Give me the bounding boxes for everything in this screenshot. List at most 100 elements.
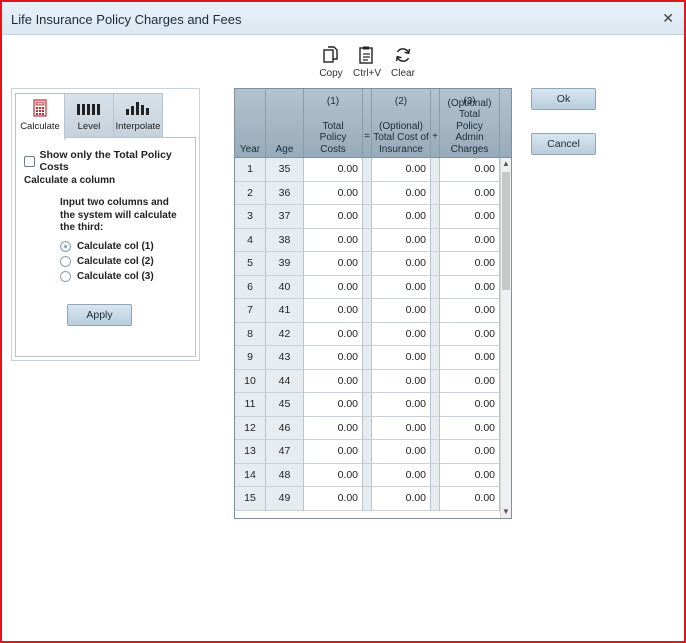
scroll-thumb[interactable] [502, 172, 510, 290]
total-policy-costs-cell[interactable]: 0.00 [304, 158, 363, 182]
table-row: 5 39 0.00 0.00 0.00 [235, 252, 501, 276]
total-policy-costs-cell[interactable]: 0.00 [304, 322, 363, 346]
radio-calc-col-3[interactable]: Calculate col (3) [60, 271, 154, 282]
table-row: 12 46 0.00 0.00 0.00 [235, 416, 501, 440]
total-policy-costs-cell[interactable]: 0.00 [304, 181, 363, 205]
total-cost-of-insurance-cell[interactable]: 0.00 [372, 463, 431, 487]
header-plus: + [431, 89, 440, 158]
total-admin-charges-cell[interactable]: 0.00 [440, 463, 500, 487]
header-age: Age [266, 89, 304, 158]
total-policy-costs-cell[interactable]: 0.00 [304, 440, 363, 464]
radio-calc-col-2[interactable]: Calculate col (2) [60, 256, 154, 267]
total-admin-charges-cell[interactable]: 0.00 [440, 252, 500, 276]
total-admin-charges-cell[interactable]: 0.00 [440, 369, 500, 393]
close-icon[interactable]: ✕ [662, 10, 674, 27]
equals-spacer-cell [363, 181, 372, 205]
header-col3: (3) (Optional) Total Policy Admin Charge… [440, 89, 500, 158]
equals-spacer-cell [363, 393, 372, 417]
total-policy-costs-cell[interactable]: 0.00 [304, 228, 363, 252]
header-col3-label: (Optional) Total Policy Admin Charges [447, 97, 492, 155]
total-policy-costs-cell[interactable]: 0.00 [304, 416, 363, 440]
radio-button[interactable] [60, 256, 71, 267]
total-policy-costs-cell[interactable]: 0.00 [304, 346, 363, 370]
total-cost-of-insurance-cell[interactable]: 0.00 [372, 322, 431, 346]
header-col1: (1) Total Policy Costs [304, 89, 363, 158]
age-cell: 46 [266, 416, 304, 440]
total-policy-costs-cell[interactable]: 0.00 [304, 463, 363, 487]
total-policy-costs-cell[interactable]: 0.00 [304, 369, 363, 393]
total-policy-costs-cell[interactable]: 0.00 [304, 487, 363, 511]
copy-label: Copy [319, 68, 343, 79]
radio-button[interactable] [60, 241, 71, 252]
checkbox-box[interactable] [24, 155, 35, 167]
paste-icon [359, 46, 373, 64]
header-age-label: Age [275, 143, 294, 155]
total-cost-of-insurance-cell[interactable]: 0.00 [372, 416, 431, 440]
radio-calc-col-1[interactable]: Calculate col (1) [60, 241, 154, 252]
total-policy-costs-cell[interactable]: 0.00 [304, 205, 363, 229]
equals-sign: = [364, 130, 370, 142]
year-cell: 3 [235, 205, 266, 229]
plus-spacer-cell [431, 228, 440, 252]
table-row: 15 49 0.00 0.00 0.00 [235, 487, 501, 511]
plus-spacer-cell [431, 463, 440, 487]
clear-button[interactable]: Clear [386, 45, 420, 83]
equals-spacer-cell [363, 440, 372, 464]
header-col1-number: (1) [326, 96, 340, 107]
year-cell: 11 [235, 393, 266, 417]
total-cost-of-insurance-cell[interactable]: 0.00 [372, 181, 431, 205]
apply-button[interactable]: Apply [67, 304, 132, 326]
total-admin-charges-cell[interactable]: 0.00 [440, 181, 500, 205]
total-cost-of-insurance-cell[interactable]: 0.00 [372, 346, 431, 370]
total-policy-costs-cell[interactable]: 0.00 [304, 393, 363, 417]
total-policy-costs-cell[interactable]: 0.00 [304, 275, 363, 299]
total-admin-charges-cell[interactable]: 0.00 [440, 275, 500, 299]
scroll-down-icon[interactable]: ▼ [501, 506, 511, 518]
total-admin-charges-cell[interactable]: 0.00 [440, 416, 500, 440]
total-policy-costs-cell[interactable]: 0.00 [304, 252, 363, 276]
total-admin-charges-cell[interactable]: 0.00 [440, 205, 500, 229]
total-admin-charges-cell[interactable]: 0.00 [440, 299, 500, 323]
ok-button[interactable]: Ok [531, 88, 596, 110]
age-cell: 42 [266, 322, 304, 346]
table-row: 7 41 0.00 0.00 0.00 [235, 299, 501, 323]
paste-button[interactable]: Ctrl+V [350, 45, 384, 83]
grid-header: Year Age (1) Total Policy Costs = (2) (O… [235, 89, 511, 158]
total-admin-charges-cell[interactable]: 0.00 [440, 346, 500, 370]
total-admin-charges-cell[interactable]: 0.00 [440, 228, 500, 252]
total-admin-charges-cell[interactable]: 0.00 [440, 487, 500, 511]
year-cell: 10 [235, 369, 266, 393]
tab-interpolate[interactable]: Interpolate [113, 93, 163, 138]
total-cost-of-insurance-cell[interactable]: 0.00 [372, 252, 431, 276]
tab-level[interactable]: Level [64, 93, 114, 138]
total-policy-costs-cell[interactable]: 0.00 [304, 299, 363, 323]
total-cost-of-insurance-cell[interactable]: 0.00 [372, 393, 431, 417]
year-cell: 6 [235, 275, 266, 299]
total-cost-of-insurance-cell[interactable]: 0.00 [372, 299, 431, 323]
cancel-button[interactable]: Cancel [531, 133, 596, 155]
total-cost-of-insurance-cell[interactable]: 0.00 [372, 228, 431, 252]
year-cell: 13 [235, 440, 266, 464]
total-admin-charges-cell[interactable]: 0.00 [440, 322, 500, 346]
total-admin-charges-cell[interactable]: 0.00 [440, 440, 500, 464]
total-cost-of-insurance-cell[interactable]: 0.00 [372, 369, 431, 393]
header-scroll-spacer [500, 89, 511, 158]
total-cost-of-insurance-cell[interactable]: 0.00 [372, 205, 431, 229]
total-cost-of-insurance-cell[interactable]: 0.00 [372, 275, 431, 299]
equals-spacer-cell [363, 158, 372, 182]
show-only-total-checkbox[interactable]: Show only the Total Policy Costs [24, 149, 195, 173]
year-cell: 2 [235, 181, 266, 205]
total-cost-of-insurance-cell[interactable]: 0.00 [372, 440, 431, 464]
total-admin-charges-cell[interactable]: 0.00 [440, 158, 500, 182]
plus-spacer-cell [431, 299, 440, 323]
copy-button[interactable]: Copy [314, 45, 348, 83]
table-row: 6 40 0.00 0.00 0.00 [235, 275, 501, 299]
total-cost-of-insurance-cell[interactable]: 0.00 [372, 487, 431, 511]
age-cell: 41 [266, 299, 304, 323]
tab-calculate[interactable]: Calculate [15, 93, 65, 140]
total-cost-of-insurance-cell[interactable]: 0.00 [372, 158, 431, 182]
grid-scrollbar[interactable]: ▲ ▼ [500, 158, 511, 518]
scroll-up-icon[interactable]: ▲ [501, 158, 511, 170]
total-admin-charges-cell[interactable]: 0.00 [440, 393, 500, 417]
radio-button[interactable] [60, 271, 71, 282]
